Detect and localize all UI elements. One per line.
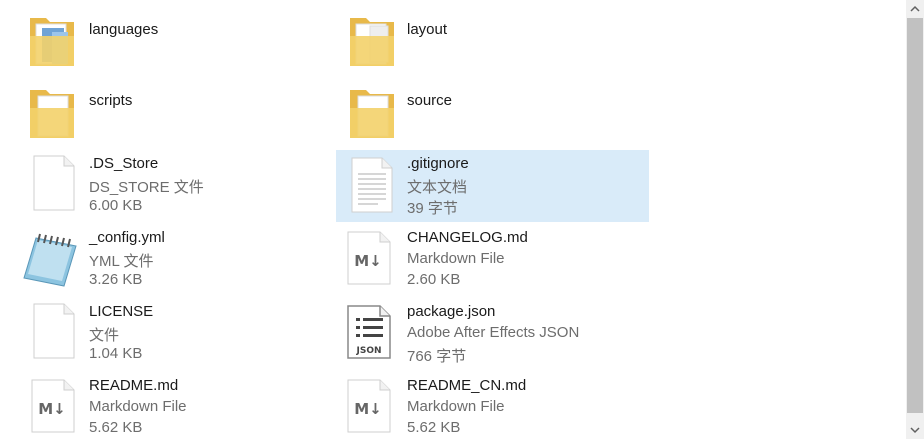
markdown-label: M↓	[38, 400, 66, 418]
file-name: package.json	[407, 303, 496, 320]
file-type: Adobe After Effects JSON	[407, 324, 580, 341]
file-name: languages	[89, 21, 159, 38]
file-item-ds-store[interactable]: .DS_Store DS_STORE 文件 6.00 KB	[18, 148, 318, 220]
markdown-label: M↓	[354, 252, 382, 270]
file-size: 766 字节	[407, 348, 467, 365]
blank-file-icon	[33, 155, 75, 211]
chevron-down-icon	[910, 427, 920, 434]
folder-item-layout[interactable]: layout	[336, 2, 636, 74]
markdown-file-icon: M↓	[347, 231, 391, 285]
folder-icon	[30, 90, 74, 138]
markdown-label: M↓	[354, 400, 382, 418]
file-item-license[interactable]: LICENSE 文件 1.04 KB	[18, 296, 318, 368]
blank-file-icon	[33, 303, 75, 359]
file-item-readme-cn[interactable]: M↓ README_CN.md Markdown File 5.62 KB	[336, 370, 636, 442]
file-type: Markdown File	[407, 250, 505, 267]
file-size: 2.60 KB	[407, 271, 461, 288]
file-item-readme[interactable]: M↓ README.md Markdown File 5.62 KB	[18, 370, 318, 442]
folder-icon	[30, 18, 74, 66]
chevron-up-icon	[910, 5, 920, 12]
file-type: Markdown File	[407, 398, 505, 415]
file-name: scripts	[89, 92, 133, 109]
file-size: 39 字节	[407, 200, 458, 217]
file-type: 文本文档	[407, 179, 468, 196]
json-file-icon: JSON	[347, 305, 391, 359]
file-type: 文件	[89, 327, 120, 344]
file-item-gitignore[interactable]: .gitignore 文本文档 39 字节	[336, 150, 649, 222]
file-name: README_CN.md	[407, 377, 527, 394]
notepad-icon	[23, 233, 77, 287]
file-name: source	[407, 92, 453, 109]
file-type: Markdown File	[89, 398, 187, 415]
file-type: DS_STORE 文件	[89, 179, 204, 196]
file-item-changelog[interactable]: M↓ CHANGELOG.md Markdown File 2.60 KB	[336, 222, 636, 294]
file-name: .DS_Store	[89, 155, 159, 172]
file-size: 1.04 KB	[89, 345, 143, 362]
text-file-icon	[351, 157, 393, 213]
file-item-config-yml[interactable]: _config.yml YML 文件 3.26 KB	[18, 222, 318, 294]
file-name: CHANGELOG.md	[407, 229, 528, 246]
file-name: LICENSE	[89, 303, 154, 320]
folder-icon	[350, 18, 394, 66]
file-type: YML 文件	[89, 253, 154, 270]
folder-item-languages[interactable]: languages	[18, 2, 318, 74]
file-size: 5.62 KB	[89, 419, 143, 436]
file-name: layout	[407, 21, 448, 38]
markdown-file-icon: M↓	[31, 379, 75, 433]
file-size: 5.62 KB	[407, 419, 461, 436]
folder-item-source[interactable]: source	[336, 74, 636, 146]
file-name: _config.yml	[89, 229, 165, 246]
scroll-up-arrow[interactable]	[906, 0, 924, 18]
markdown-file-icon: M↓	[347, 379, 391, 433]
folder-icon	[350, 90, 394, 138]
file-name: .gitignore	[407, 155, 469, 172]
file-size: 6.00 KB	[89, 197, 143, 214]
file-item-package-json[interactable]: JSON package.json Adobe After Effects JS…	[336, 296, 636, 368]
folder-item-scripts[interactable]: scripts	[18, 74, 318, 146]
scroll-down-arrow[interactable]	[906, 421, 924, 439]
file-explorer-view: { "items": [ {"name":"languages","type":…	[0, 0, 924, 439]
file-size: 3.26 KB	[89, 271, 143, 288]
file-name: README.md	[89, 377, 179, 394]
scrollbar-thumb[interactable]	[907, 18, 923, 413]
json-label: JSON	[355, 346, 381, 356]
